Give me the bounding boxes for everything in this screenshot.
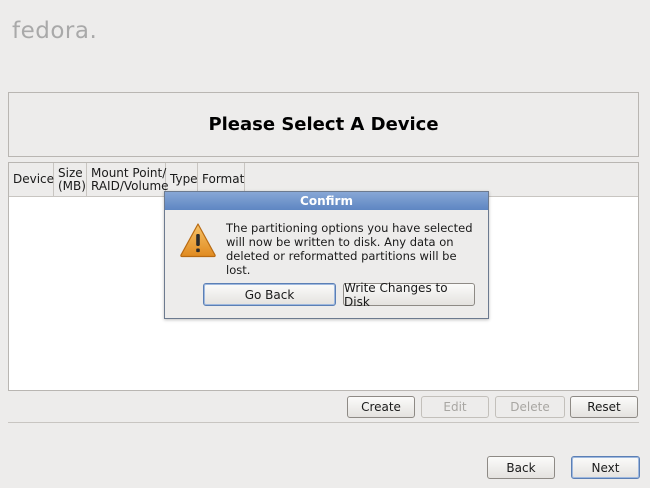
dialog-message: The partitioning options you have select… [226,221,473,277]
confirm-dialog: Confirm The partitioning options you hav… [164,191,489,319]
write-changes-button[interactable]: Write Changes to Disk [343,281,475,309]
page-title: Please Select A Device [208,114,439,135]
next-button[interactable]: Next [571,456,640,479]
go-back-button[interactable]: Go Back [203,283,336,306]
delete-button[interactable]: Delete [495,396,565,418]
column-header-device[interactable]: Device [9,163,54,196]
column-header-mount-point[interactable]: Mount Point/ RAID/Volume [87,163,169,196]
reset-button[interactable]: Reset [570,396,638,418]
logo-text: fedora [12,18,90,44]
header-panel: Please Select A Device [8,92,639,157]
separator [8,422,639,423]
create-button[interactable]: Create [347,396,415,418]
logo-dot: . [89,18,98,44]
edit-button[interactable]: Edit [421,396,489,418]
back-button[interactable]: Back [487,456,555,479]
fedora-logo: fedora. [12,18,97,44]
warning-icon [180,223,216,258]
column-header-size[interactable]: Size (MB) [54,163,87,196]
dialog-title[interactable]: Confirm [165,192,488,210]
